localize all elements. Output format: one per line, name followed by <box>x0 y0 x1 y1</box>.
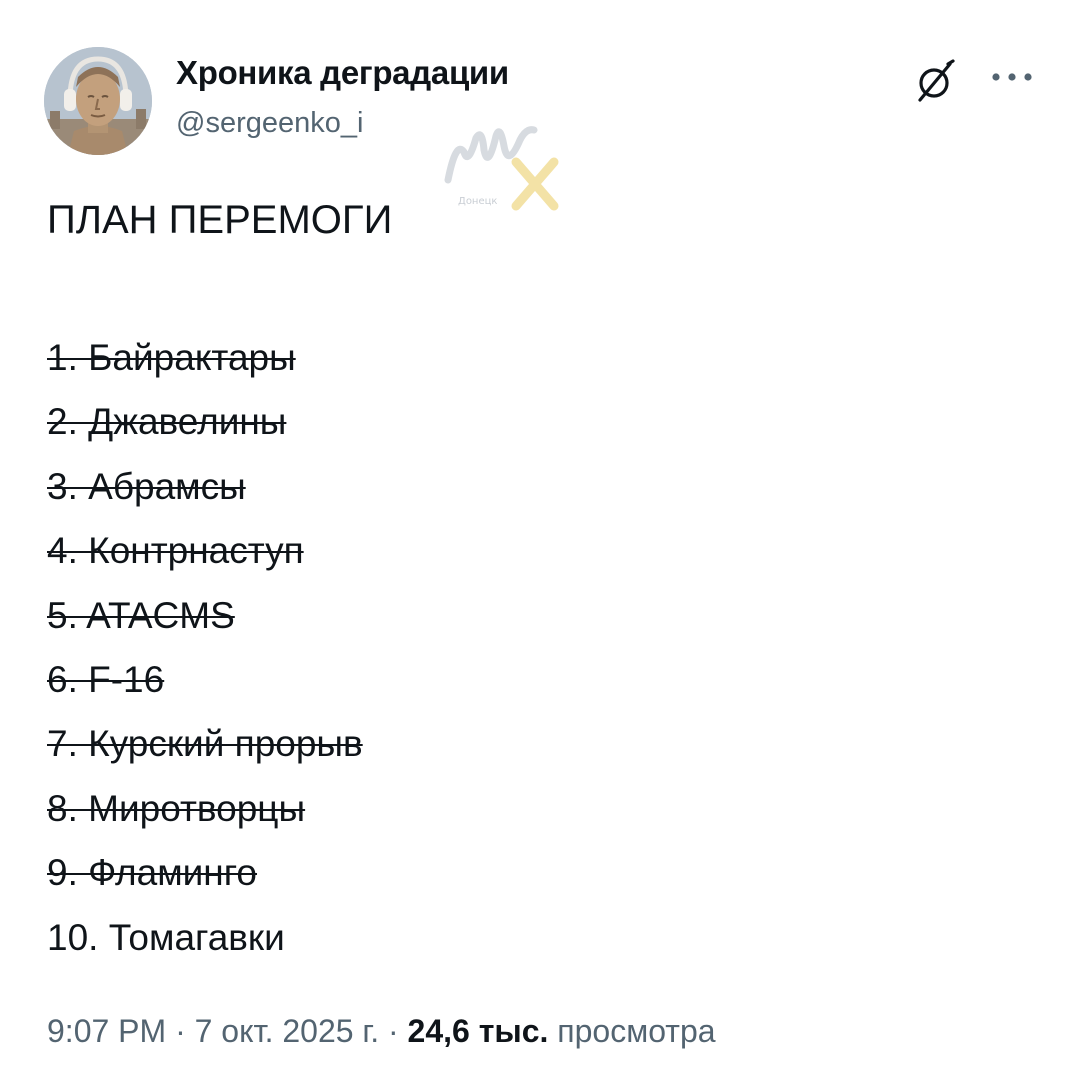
meta-separator: · <box>166 1013 195 1049</box>
watermark-logo: Донецк <box>430 110 570 220</box>
views-count: 24,6 тыс. <box>407 1013 549 1049</box>
watermark-text: Донецк <box>458 196 497 207</box>
tweet-date[interactable]: 7 окт. 2025 г. <box>195 1013 379 1049</box>
plan-item-7: 7. Курский прорыв <box>47 723 363 765</box>
plan-item-1: 1. Байрактары <box>47 337 296 378</box>
views-label: просмотра <box>557 1013 716 1049</box>
tweet-meta: 9:07 PM · 7 окт. 2025 г. · 24,6 тыс. про… <box>47 1013 716 1050</box>
plan-item-6: 6. F-16 <box>47 658 165 700</box>
plan-item-3: 3. Абрамсы <box>47 465 246 507</box>
meta-separator: · <box>379 1013 408 1049</box>
plan-item-4: 4. Контрнаступ <box>47 530 304 572</box>
plan-item-8: 8. Миротворцы <box>47 787 306 829</box>
avatar-helmet-headphones-icon <box>44 47 152 155</box>
more-dots-icon[interactable] <box>988 66 1036 88</box>
plan-item-10: 10. Томагавки <box>47 916 285 958</box>
author-name[interactable]: Хроника деградации <box>176 54 509 92</box>
avatar[interactable] <box>44 47 152 155</box>
slashed-circle-icon[interactable] <box>912 58 958 104</box>
plan-item-5: 5. ATACMS <box>47 594 235 636</box>
tweet-title: ПЛАН ПЕРЕМОГИ <box>47 198 393 242</box>
plan-item-2: 2. Джавелины <box>47 401 287 443</box>
plan-item-9: 9. Фламинго <box>47 852 258 894</box>
author-handle[interactable]: @sergeenko_i <box>176 107 363 140</box>
tweet-time[interactable]: 9:07 PM <box>47 1013 166 1049</box>
plan-list: 1. Байрактары 2. Джавелины 3. Абрамсы 4.… <box>47 326 363 970</box>
